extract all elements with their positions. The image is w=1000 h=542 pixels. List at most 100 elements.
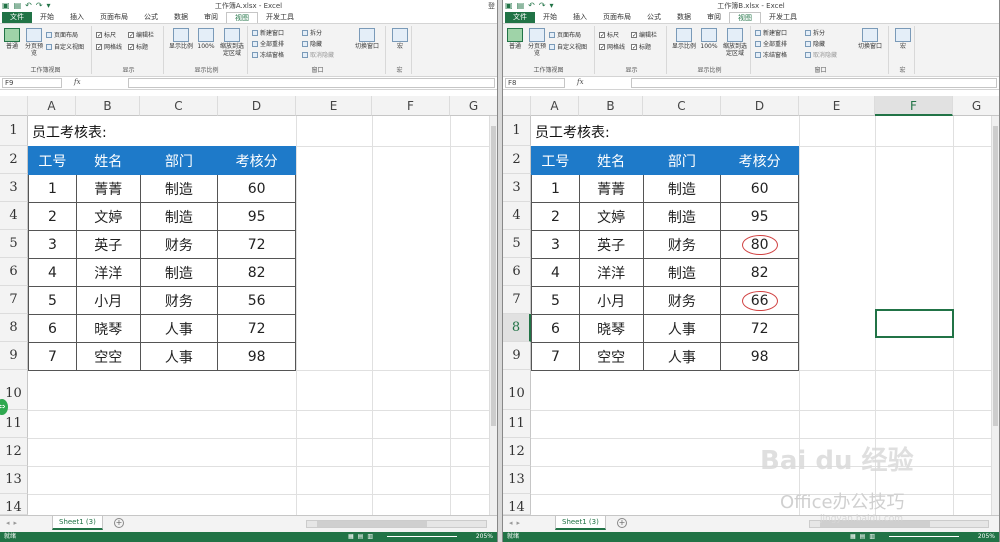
zoom-level[interactable]: 205% (476, 532, 493, 542)
cell-score[interactable]: 95 (720, 202, 799, 231)
page-layout-button[interactable]: 页面布局 (549, 30, 581, 39)
add-sheet-icon[interactable]: + (114, 518, 124, 528)
tab-home[interactable]: 开始 (535, 12, 565, 23)
row-header-7[interactable]: 7 (0, 286, 28, 314)
row-header-9[interactable]: 9 (503, 342, 531, 370)
active-cell-f8[interactable] (875, 309, 954, 338)
row-header-6[interactable]: 6 (0, 258, 28, 286)
tab-data[interactable]: 数据 (166, 12, 196, 23)
arrange-all-button[interactable]: 全部重排 (252, 39, 284, 48)
cell-name[interactable]: 晓琴 (578, 314, 644, 343)
row-header-8[interactable]: 8 (0, 314, 28, 342)
row-header-14[interactable]: 14 (0, 494, 28, 515)
scrollbar-thumb[interactable] (491, 126, 496, 426)
cell-dept[interactable]: 制造 (139, 202, 219, 231)
cell-score[interactable]: 72 (217, 230, 296, 259)
sign-in-link[interactable]: 登 (488, 1, 495, 11)
horizontal-scrollbar[interactable] (306, 520, 487, 528)
cell-score[interactable]: 95 (217, 202, 296, 231)
cell-dept[interactable]: 财务 (642, 286, 722, 315)
freeze-panes-button[interactable]: 冻结窗格 (755, 50, 787, 59)
column-header-g[interactable]: G (450, 96, 497, 116)
row-header-2[interactable]: 2 (0, 146, 28, 174)
header-name[interactable]: 姓名 (578, 146, 644, 175)
header-id[interactable]: 工号 (531, 146, 580, 175)
zoom-button[interactable]: 显示比例 (671, 28, 697, 50)
formula-input[interactable] (631, 78, 997, 88)
cell-name[interactable]: 英子 (578, 230, 644, 259)
scrollbar-thumb[interactable] (993, 126, 998, 426)
unhide-button[interactable]: 取消隐藏 (805, 50, 837, 59)
cell-dept[interactable]: 制造 (642, 174, 722, 203)
column-header-f[interactable]: F (372, 96, 450, 116)
headings-checkbox[interactable]: ✓ 标题 (631, 42, 651, 51)
cell-dept[interactable]: 人事 (139, 314, 219, 343)
column-header-e[interactable]: E (799, 96, 875, 116)
new-window-button[interactable]: 新建窗口 (755, 28, 787, 37)
ruler-checkbox[interactable]: ✓ 标尺 (599, 30, 619, 39)
zoom-slider[interactable] (387, 536, 457, 537)
cell-id[interactable]: 4 (531, 258, 580, 287)
normal-view-button[interactable]: 普通 (505, 28, 525, 50)
cell-score[interactable]: 72 (217, 314, 296, 343)
cell-dept[interactable]: 制造 (139, 258, 219, 287)
cell-id[interactable]: 1 (531, 174, 580, 203)
row-header-13[interactable]: 13 (0, 466, 28, 494)
cell-id[interactable]: 6 (531, 314, 580, 343)
cell-id[interactable]: 3 (28, 230, 77, 259)
insert-function-icon[interactable]: fx (74, 78, 81, 86)
cell-id[interactable]: 2 (28, 202, 77, 231)
cell-dept[interactable]: 财务 (139, 230, 219, 259)
row-header-12[interactable]: 12 (0, 438, 28, 466)
cell-id[interactable]: 3 (531, 230, 580, 259)
sheet-tab[interactable]: Sheet1 (3) (52, 516, 103, 530)
hide-button[interactable]: 隐藏 (805, 39, 825, 48)
worksheet-grid[interactable]: A B C D E F G 1 2 3 4 5 6 7 8 9 10 11 12… (503, 96, 999, 515)
header-dept[interactable]: 部门 (139, 146, 219, 175)
tab-formulas[interactable]: 公式 (136, 12, 166, 23)
sheet-nav-arrows-icon[interactable]: ◂▸ (509, 519, 524, 527)
scrollbar-thumb[interactable] (317, 521, 427, 527)
row-header-13[interactable]: 13 (503, 466, 531, 494)
row-header-4[interactable]: 4 (0, 202, 28, 230)
custom-views-button[interactable]: 自定义视图 (46, 42, 84, 51)
column-header-e[interactable]: E (296, 96, 372, 116)
headings-checkbox[interactable]: ✓ 标题 (128, 42, 148, 51)
ruler-checkbox[interactable]: ✓ 标尺 (96, 30, 116, 39)
cell-name[interactable]: 文婷 (578, 202, 644, 231)
column-header-c[interactable]: C (643, 96, 721, 116)
name-box[interactable]: F9 (2, 78, 62, 88)
row-header-1[interactable]: 1 (0, 116, 28, 146)
view-mode-icons[interactable]: ▦▤▥ (348, 532, 377, 542)
column-header-b[interactable]: B (76, 96, 140, 116)
switch-windows-button[interactable]: 切换窗口 (352, 28, 382, 50)
cell-dept[interactable]: 人事 (139, 342, 219, 371)
tab-developer[interactable]: 开发工具 (761, 12, 805, 23)
cell-dept[interactable]: 人事 (642, 314, 722, 343)
column-header-g[interactable]: G (953, 96, 999, 116)
header-name[interactable]: 姓名 (75, 146, 141, 175)
cell-name[interactable]: 洋洋 (578, 258, 644, 287)
header-score[interactable]: 考核分 (217, 146, 296, 175)
cell-id[interactable]: 6 (28, 314, 77, 343)
cell-name[interactable]: 空空 (75, 342, 141, 371)
tab-file[interactable]: 文件 (505, 12, 535, 23)
cell-id[interactable]: 2 (531, 202, 580, 231)
unhide-button[interactable]: 取消隐藏 (302, 50, 334, 59)
cell-score[interactable]: 98 (217, 342, 296, 371)
name-box[interactable]: F8 (505, 78, 565, 88)
formula-bar-checkbox[interactable]: ✓ 编辑栏 (128, 30, 154, 39)
split-button[interactable]: 拆分 (805, 28, 825, 37)
tab-formulas[interactable]: 公式 (639, 12, 669, 23)
cell-id[interactable]: 4 (28, 258, 77, 287)
cell-name[interactable]: 菁菁 (578, 174, 644, 203)
page-break-preview-button[interactable]: 分页预览 (24, 28, 44, 57)
freeze-panes-button[interactable]: 冻结窗格 (252, 50, 284, 59)
tab-home[interactable]: 开始 (32, 12, 62, 23)
cell-score[interactable]: 66 (720, 286, 799, 315)
formula-input[interactable] (128, 78, 495, 88)
page-break-preview-button[interactable]: 分页预览 (527, 28, 547, 57)
insert-function-icon[interactable]: fx (577, 78, 584, 86)
tab-file[interactable]: 文件 (2, 12, 32, 23)
row-header-14[interactable]: 14 (503, 494, 531, 515)
